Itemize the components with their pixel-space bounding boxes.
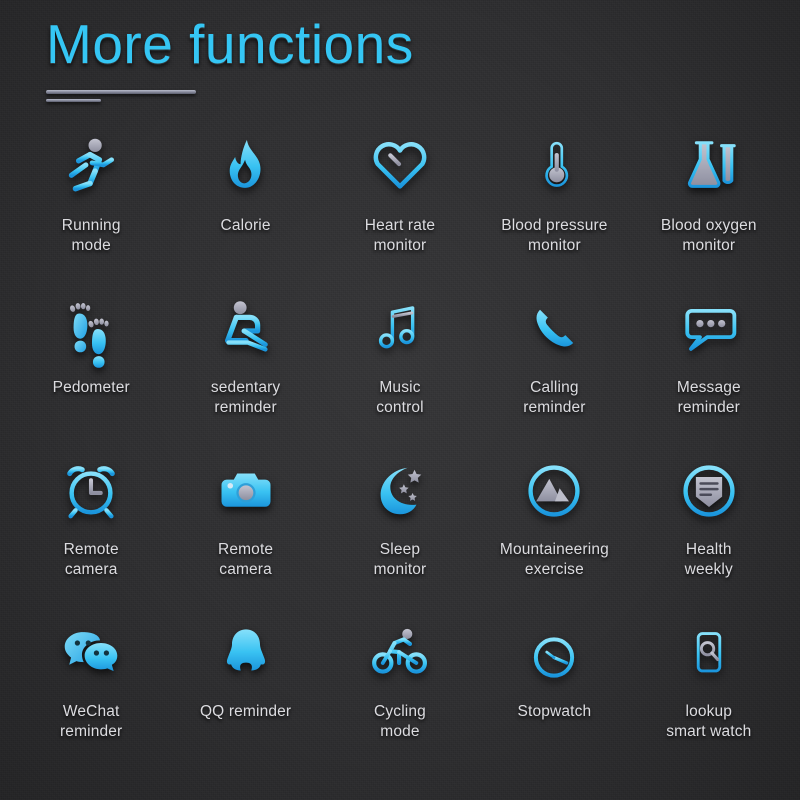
function-item[interactable]: Remote camera (168, 450, 322, 612)
blood-pressure-thermometer-icon[interactable] (511, 130, 597, 204)
function-item-label: Blood oxygen monitor (660, 217, 757, 254)
function-item-label: Calorie (220, 217, 271, 234)
function-item[interactable]: Heart rate monitor (323, 126, 477, 288)
calorie-flame-icon[interactable] (203, 130, 289, 204)
page-header: More functions (46, 13, 414, 102)
function-item-label: Running mode (61, 217, 121, 254)
function-item[interactable]: Stopwatch (477, 612, 631, 774)
cycling-mode-icon[interactable] (357, 616, 443, 690)
function-item[interactable]: Calling reminder (477, 288, 631, 450)
function-item[interactable]: Pedometer (14, 288, 168, 450)
function-item-label: Music control (376, 379, 424, 416)
function-item[interactable]: Message reminder (632, 288, 786, 450)
functions-grid: Running mode Calorie Heart rate monitor Bl… (14, 126, 786, 774)
calling-reminder-phone-icon[interactable] (511, 292, 597, 366)
function-item[interactable]: lookup smart watch (632, 612, 786, 774)
function-item-label: Remote camera (218, 541, 274, 578)
function-item[interactable]: QQ reminder (168, 612, 322, 774)
stopwatch-icon[interactable] (511, 616, 597, 690)
function-item-label: Cycling mode (374, 703, 426, 740)
function-item-label: sedentary reminder (210, 379, 281, 416)
title-underline-long (46, 89, 196, 94)
function-item[interactable]: Health weekly (632, 450, 786, 612)
title-underline-group (46, 89, 414, 102)
title-underline-short (46, 98, 101, 102)
function-item-label: Health weekly (684, 541, 733, 578)
function-item-label: Mountaineering exercise (499, 541, 609, 578)
function-item[interactable]: Remote camera (14, 450, 168, 612)
message-reminder-bubble-icon[interactable] (666, 292, 752, 366)
health-weekly-report-icon[interactable] (666, 454, 752, 528)
sleep-monitor-moon-icon[interactable] (357, 454, 443, 528)
qq-reminder-penguin-icon[interactable] (203, 616, 289, 690)
pedometer-footprints-icon[interactable] (48, 292, 134, 368)
function-item-label: lookup smart watch (666, 703, 752, 740)
blood-oxygen-flask-icon[interactable] (666, 130, 752, 204)
function-item[interactable]: Cycling mode (323, 612, 477, 774)
function-item[interactable]: Blood pressure monitor (477, 126, 631, 288)
function-item-label: QQ reminder (199, 703, 292, 720)
function-item[interactable]: WeChat reminder (14, 612, 168, 774)
music-control-note-icon[interactable] (357, 292, 443, 366)
function-item[interactable]: sedentary reminder (168, 288, 322, 450)
function-item[interactable]: Mountaineering exercise (477, 450, 631, 612)
function-item-label: WeChat reminder (60, 703, 123, 740)
heart-rate-monitor-icon[interactable] (357, 130, 443, 204)
function-item-label: Message reminder (676, 379, 741, 416)
lookup-smart-watch-icon[interactable] (666, 616, 752, 690)
page-title: More functions (46, 13, 414, 75)
function-item-label: Remote camera (63, 541, 119, 578)
function-item-label: Stopwatch (517, 703, 592, 720)
function-item[interactable]: Running mode (14, 126, 168, 288)
function-item-label: Pedometer (52, 379, 130, 396)
function-item-label: Calling reminder (523, 379, 586, 416)
sedentary-reminder-icon[interactable] (203, 292, 289, 366)
functions-page: More functions Running mode Calorie Heart… (0, 0, 800, 800)
function-item[interactable]: Blood oxygen monitor (632, 126, 786, 288)
function-item[interactable]: Calorie (168, 126, 322, 288)
function-item[interactable]: Music control (323, 288, 477, 450)
remote-camera-icon[interactable] (203, 454, 289, 528)
function-item[interactable]: Sleep monitor (323, 450, 477, 612)
function-item-label: Blood pressure monitor (501, 217, 608, 254)
alarm-clock-icon[interactable] (48, 454, 134, 528)
function-item-label: Sleep monitor (373, 541, 427, 578)
function-item-label: Heart rate monitor (364, 217, 436, 254)
running-mode-icon[interactable] (48, 130, 134, 204)
wechat-reminder-icon[interactable] (48, 616, 134, 690)
mountaineering-exercise-icon[interactable] (511, 454, 597, 528)
